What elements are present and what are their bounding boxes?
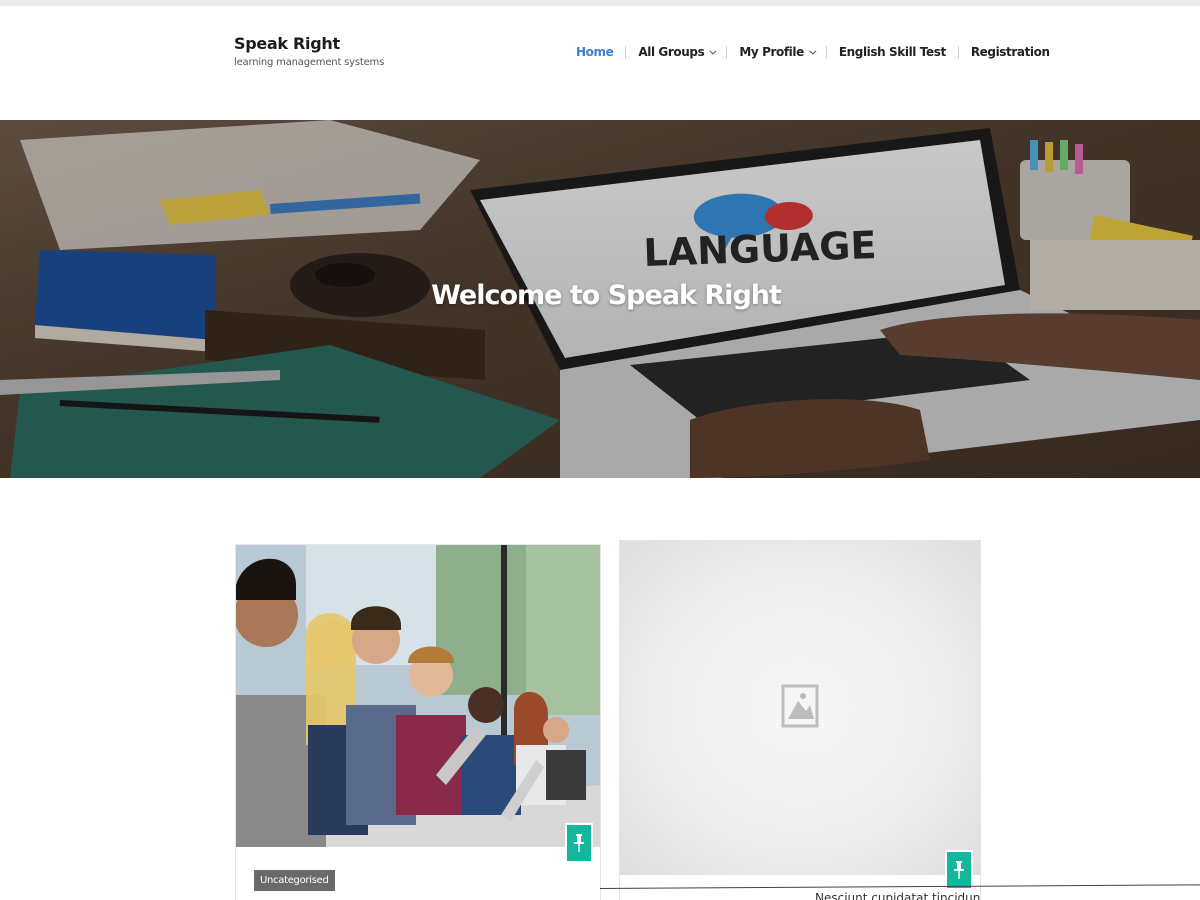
chevron-down-icon <box>809 47 817 55</box>
main-nav: Home All Groups My Profile English Skill… <box>564 44 1062 60</box>
site-title[interactable]: Speak Right <box>234 34 384 53</box>
hero-title: Welcome to Speak Right <box>431 280 782 311</box>
nav-item-all-groups[interactable]: All Groups <box>626 45 726 59</box>
pin-badge[interactable] <box>565 823 593 863</box>
pin-badge[interactable] <box>945 850 973 890</box>
nav-item-label: English Skill Test <box>838 45 946 59</box>
nav-item-label: My Profile <box>739 45 804 59</box>
category-badge[interactable]: Uncategorised <box>254 870 335 891</box>
site-header: Speak Right learning management systems … <box>0 6 1200 120</box>
nav-item-english-skill-test[interactable]: English Skill Test <box>827 45 958 59</box>
post-card[interactable]: Nesciunt cupidatat tincidunt? Enim <box>619 540 981 900</box>
nav-item-label: Home <box>576 45 614 59</box>
page: Speak Right learning management systems … <box>0 0 1200 900</box>
hero-banner: LANGUAGE Welcome to Speak Right <box>0 120 1200 478</box>
chevron-down-icon <box>709 47 717 55</box>
nav-item-label: All Groups <box>638 45 705 59</box>
post-card[interactable]: Uncategorised <box>235 544 601 900</box>
pushpin-icon <box>954 861 964 879</box>
post-thumbnail[interactable] <box>236 545 600 847</box>
nav-item-label: Registration <box>970 45 1050 59</box>
placeholder-image-icon <box>781 684 819 728</box>
site-branding: Speak Right learning management systems <box>234 34 384 68</box>
pushpin-icon <box>574 834 584 852</box>
nav-item-registration[interactable]: Registration <box>959 45 1062 59</box>
classroom-students-photo <box>236 545 600 847</box>
nav-item-home[interactable]: Home <box>564 45 625 59</box>
post-thumbnail[interactable] <box>620 541 980 875</box>
nav-item-my-profile[interactable]: My Profile <box>727 45 826 59</box>
post-excerpt: Nesciunt cupidatat tincidunt? Enim <box>815 891 981 900</box>
site-tagline: learning management systems <box>234 57 385 68</box>
